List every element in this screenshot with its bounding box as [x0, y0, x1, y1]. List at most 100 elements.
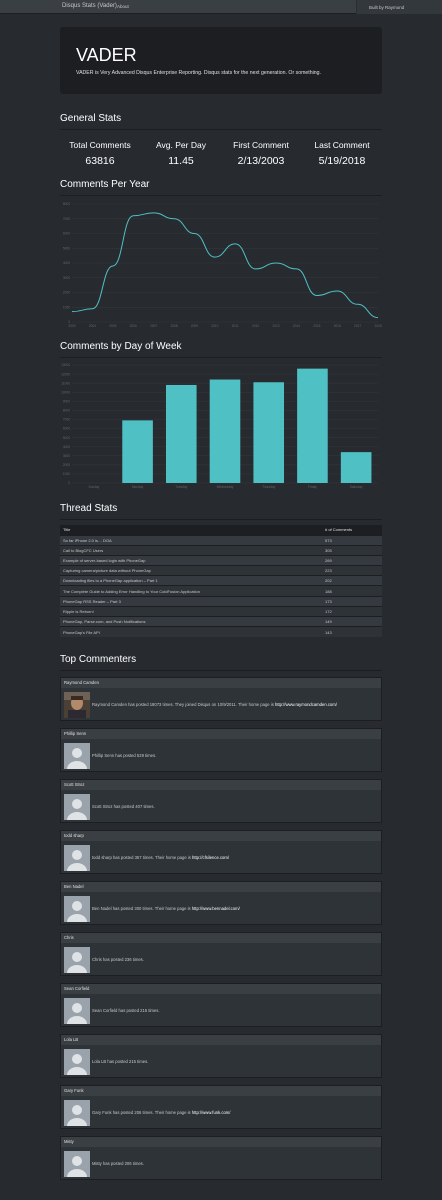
nav-about-link[interactable]: About: [117, 4, 129, 9]
table-row: PhoneGap RSS Reader – Part 3 173: [60, 595, 382, 607]
stat-first-comment: First Comment 2/13/2003: [221, 141, 301, 166]
x-tick-label: Sunday: [88, 485, 99, 489]
general-stats-heading: General Stats: [60, 113, 122, 124]
home-page-link[interactable]: http://cfsilence.com/: [192, 855, 229, 860]
commenter-card: Lola LB Lola LB has posted 215 times.: [60, 1034, 382, 1078]
x-tick-label: 2003: [68, 324, 75, 328]
thread-count: 305: [322, 544, 382, 556]
thread-title[interactable]: The Complete Guide to Adding Error Handl…: [60, 585, 322, 597]
thread-title[interactable]: Example of server-based login with Phone…: [60, 554, 322, 566]
commenter-card: Chris Chris has posted 236 times.: [60, 932, 382, 976]
x-tick-label: 2018: [374, 324, 381, 328]
x-tick-label: Friday: [308, 485, 317, 489]
x-tick-label: 2008: [170, 324, 177, 328]
y-tick-label: 12000: [61, 372, 70, 376]
stat-total-comments: Total Comments 63816: [60, 141, 140, 166]
commenter-name: Gary Funk: [61, 1086, 381, 1096]
column-header-title: Title: [60, 525, 322, 535]
y-tick-label: 11000: [61, 381, 70, 385]
page-title: VADER: [76, 45, 137, 65]
thread-count: 202: [322, 575, 382, 586]
divider: [60, 519, 382, 520]
commenter-card: Misty Misty has posted 206 times.: [60, 1136, 382, 1180]
thread-title[interactable]: PhoneGap RSS Reader – Part 3: [60, 595, 322, 607]
y-tick-label: 4000: [63, 261, 70, 265]
stat-label: Total Comments: [69, 140, 131, 150]
stat-avg-per-day: Avg. Per Day 11.45: [141, 141, 221, 166]
commenter-card: Gary Funk Gary Funk has posted 206 times…: [60, 1085, 382, 1129]
y-tick-label: 1000: [63, 472, 70, 476]
x-tick-label: 2006: [130, 324, 137, 328]
jumbotron: VADER VADER is Very Advanced Disqus Ente…: [60, 27, 382, 94]
commenter-info: todd sharp has posted 357 times. Their h…: [92, 855, 229, 860]
y-tick-label: 0: [68, 481, 70, 485]
avatar: [64, 845, 90, 871]
y-tick-label: 6000: [63, 427, 70, 431]
table-row: The Complete Guide to Adding Error Handl…: [60, 585, 382, 597]
default-avatar-icon: [64, 896, 90, 922]
y-tick-label: 3000: [63, 276, 70, 280]
thread-count: 172: [322, 605, 382, 617]
thread-count: 188: [322, 585, 382, 597]
home-page-link[interactable]: http://www.funk.com/: [192, 1110, 231, 1115]
default-avatar-icon: [64, 998, 90, 1024]
thread-count: 143: [322, 626, 382, 637]
default-avatar-icon: [64, 1151, 90, 1177]
thread-title[interactable]: PhoneGap, Parse.com, and Push Notificati…: [60, 615, 322, 627]
x-tick-label: 2005: [109, 324, 116, 328]
commenter-info: Raymond Camden has posted 18073 times. T…: [92, 702, 337, 707]
bar: [253, 382, 285, 483]
table-row: PhoneGap's File API 143: [60, 626, 382, 637]
table-row: Downloading files to a PhoneGap applicat…: [60, 575, 382, 586]
commenter-info: Ben Nadel has posted 300 times. Their ho…: [92, 906, 240, 911]
y-tick-label: 5000: [63, 436, 70, 440]
commenter-text: Raymond Camden has posted 18073 times. T…: [92, 702, 274, 707]
top-commenters-heading: Top Commenters: [60, 654, 137, 665]
commenter-card: Raymond Camden Raymond Camden has posted…: [60, 677, 382, 721]
avatar: [64, 998, 90, 1024]
bar: [297, 368, 328, 483]
table-row: Example of server-based login with Phone…: [60, 554, 382, 566]
avatar: [64, 743, 90, 769]
thread-title[interactable]: Call to BlogCFC Users: [60, 544, 322, 556]
built-by-label: Built by Raymond: [369, 4, 405, 10]
home-page-link[interactable]: http://www.bennadel.com/: [192, 906, 240, 911]
page-tagline: VADER is Very Advanced Disqus Enterprise…: [76, 70, 321, 76]
commenter-name: todd sharp: [61, 831, 381, 841]
thread-title[interactable]: Downloading files to a PhoneGap applicat…: [60, 575, 322, 586]
brand-link[interactable]: Disqus Stats (Vader): [62, 3, 117, 9]
x-tick-label: Saturday: [350, 485, 363, 489]
thread-count: 573: [322, 534, 382, 546]
commenter-text: Chris has posted 236 times.: [92, 957, 144, 962]
thread-title[interactable]: PhoneGap's File API: [60, 626, 322, 637]
commenter-text: Lola LB has posted 215 times.: [92, 1059, 149, 1064]
commenter-text: Scott Stroz has posted 407 times.: [92, 804, 155, 809]
commenter-name: Ben Nadel: [61, 882, 381, 892]
x-tick-label: 2011: [232, 324, 239, 328]
commenter-text: Ben Nadel has posted 300 times. Their ho…: [92, 906, 191, 911]
bar: [122, 420, 153, 483]
built-by-link[interactable]: Built by Raymond: [356, 0, 442, 14]
y-tick-label: 8000: [63, 202, 70, 206]
divider: [60, 670, 382, 671]
x-tick-label: 2017: [354, 324, 361, 328]
avatar: [64, 896, 90, 922]
thread-stats-heading: Thread Stats: [60, 503, 118, 514]
thread-count: 149: [322, 615, 382, 627]
divider: [60, 129, 382, 130]
table-row: So far iPhone 2.0 is… DOA 573: [60, 534, 382, 546]
x-tick-label: Monday: [132, 485, 144, 489]
commenter-name: Misty: [61, 1137, 381, 1147]
default-avatar-icon: [64, 1100, 90, 1126]
thread-title[interactable]: Ripple is Reborn!: [60, 605, 322, 617]
thread-title[interactable]: So far iPhone 2.0 is… DOA: [60, 534, 322, 546]
navbar: Disqus Stats (Vader) About Built by Raym…: [0, 0, 442, 14]
thread-title[interactable]: Capturing camera/picture data without Ph…: [60, 565, 322, 576]
x-tick-label: 2010: [211, 324, 218, 328]
commenter-info: Sean Corfield has posted 215 times.: [92, 1008, 160, 1013]
series-line: [71, 212, 379, 319]
avatar: [64, 1151, 90, 1177]
home-page-link[interactable]: http://www.raymondcamden.com/: [275, 702, 337, 707]
y-tick-label: 5000: [63, 246, 70, 250]
table-header-row: Title # of Comments: [60, 525, 382, 535]
